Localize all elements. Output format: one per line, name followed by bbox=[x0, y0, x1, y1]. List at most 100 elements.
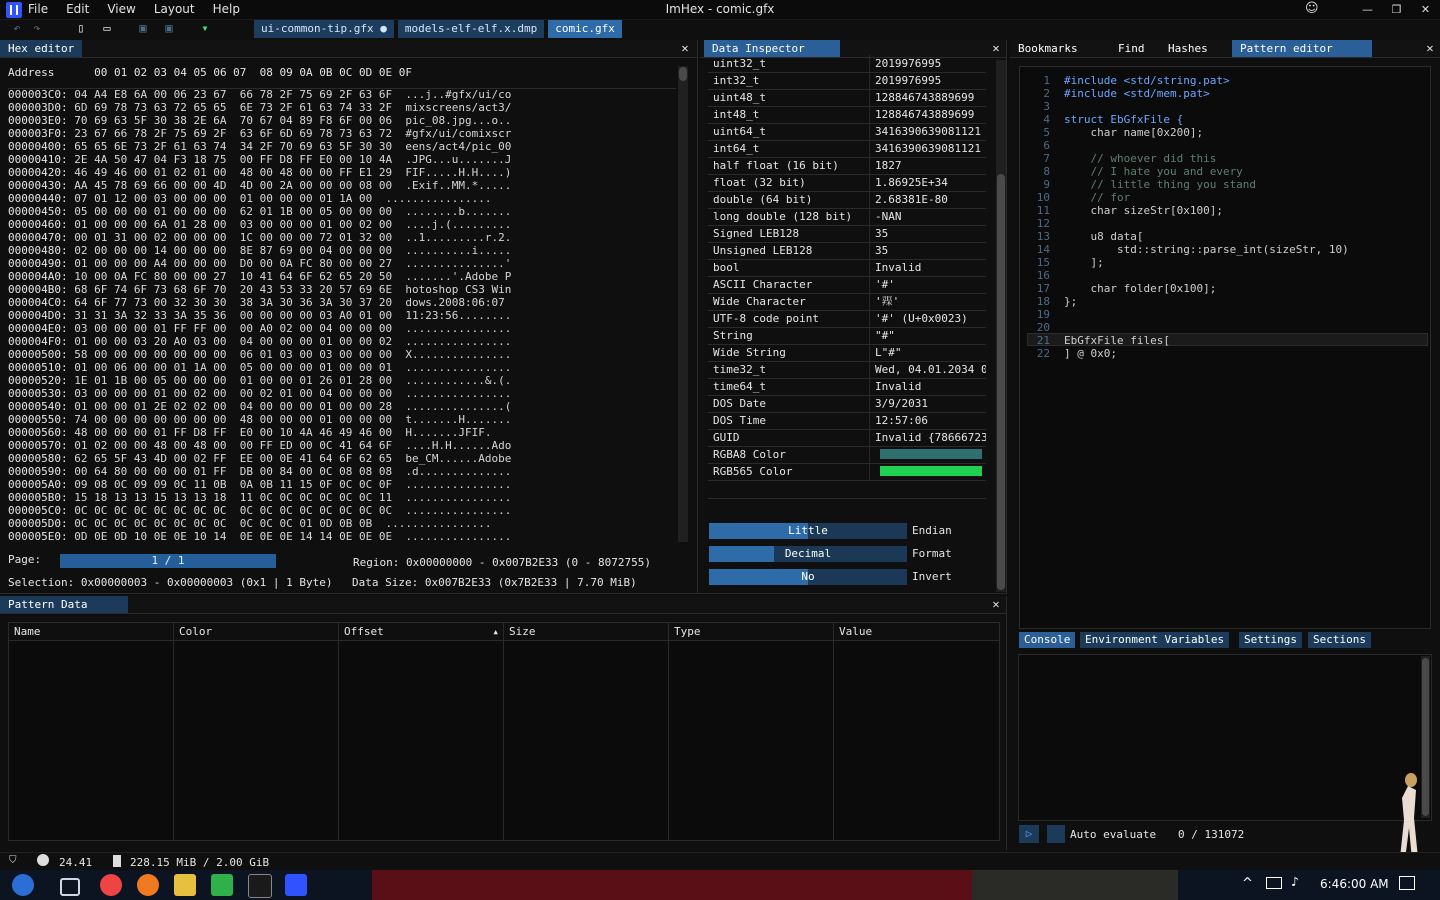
hex-row-bytes[interactable]: 01 00 06 00 00 01 1A 00 05 00 00 00 01 0… bbox=[74, 361, 392, 374]
volume-icon[interactable]: ♪ bbox=[1291, 875, 1299, 890]
hex-row-ascii[interactable]: eens/act4/pic_00 bbox=[405, 140, 511, 153]
close-right-panel-icon[interactable]: ✕ bbox=[1422, 40, 1438, 57]
col-type[interactable]: Type bbox=[669, 623, 834, 641]
hex-row-bytes[interactable]: 64 6F 77 73 00 32 30 30 38 3A 30 36 3A 3… bbox=[74, 296, 392, 309]
inspector-value[interactable]: 2019976995 bbox=[869, 55, 986, 72]
hex-row-ascii[interactable]: t.......H....... bbox=[405, 413, 511, 426]
hex-row-bytes[interactable]: 46 49 46 00 01 02 01 00 48 00 48 00 00 F… bbox=[74, 166, 392, 179]
hex-row-ascii[interactable]: ...j..#gfx/ui/co bbox=[405, 88, 511, 101]
app-green-icon[interactable] bbox=[211, 874, 233, 896]
hex-row[interactable]: 00000570: 01 02 00 00 48 00 48 00 00 FF … bbox=[8, 439, 511, 452]
hex-row-bytes[interactable]: 01 00 00 00 6A 01 28 00 03 00 00 00 01 0… bbox=[74, 218, 392, 231]
hex-row[interactable]: 000003E0: 70 69 63 5F 30 38 2E 6A 70 67 … bbox=[8, 114, 511, 127]
minimize-button[interactable]: — bbox=[1353, 0, 1382, 20]
hex-row[interactable]: 000005A0: 09 08 0C 09 09 0C 11 0B 0A 0B … bbox=[8, 478, 511, 491]
inspector-value[interactable]: Invalid bbox=[869, 259, 986, 276]
console-output[interactable] bbox=[1018, 654, 1432, 821]
inspector-value[interactable]: '#' bbox=[869, 276, 986, 293]
hex-row[interactable]: 000003C0: 04 A4 E8 6A 00 06 23 67 66 78 … bbox=[8, 88, 511, 101]
hex-row-bytes[interactable]: 0C 0C 0C 0C 0C 0C 0C 0C 0C 0C 0C 0C 0C 0… bbox=[74, 504, 392, 517]
inspector-value[interactable]: 3416390639081121 bbox=[869, 123, 986, 140]
tab-comic[interactable]: comic.gfx bbox=[548, 20, 622, 38]
hex-row-bytes[interactable]: 01 00 00 01 2E 02 02 00 04 00 00 00 01 0… bbox=[74, 400, 392, 413]
format-toggle[interactable]: Decimal bbox=[709, 546, 907, 562]
hex-row-ascii[interactable]: ................ bbox=[405, 335, 511, 348]
menu-layout[interactable]: Layout bbox=[154, 2, 195, 16]
hex-row-ascii[interactable]: ................ bbox=[405, 491, 511, 504]
data-inspector-row[interactable]: ASCII Character '#' bbox=[708, 276, 986, 294]
data-inspector-row[interactable]: half float (16 bit) 1827 bbox=[708, 157, 986, 175]
taskbar-clock[interactable]: 6:46:00 AM bbox=[1320, 877, 1389, 891]
feedback-icon[interactable]: ☺ bbox=[1305, 1, 1319, 16]
hex-row-bytes[interactable]: 48 00 00 00 01 FF D8 FF E0 00 10 4A 46 4… bbox=[74, 426, 392, 439]
hex-row-ascii[interactable]: ................ bbox=[386, 192, 492, 205]
hex-row[interactable]: 000004A0: 10 00 0A FC 80 00 00 27 10 41 … bbox=[8, 270, 511, 283]
data-inspector-row[interactable]: int48_t 128846743889699 bbox=[708, 106, 986, 124]
hex-row-ascii[interactable]: ..1.........r.2. bbox=[405, 231, 511, 244]
data-inspector-row[interactable]: RGBA8 Color bbox=[708, 446, 986, 464]
hex-row-ascii[interactable]: dows.2008:06:07 bbox=[405, 296, 511, 309]
hex-row-bytes[interactable]: 05 00 00 00 01 00 00 00 62 01 1B 00 05 0… bbox=[74, 205, 392, 218]
data-inspector-row[interactable]: time32_t Wed, 04.01.2034 0 bbox=[708, 361, 986, 379]
tab-console[interactable]: Console bbox=[1019, 632, 1076, 648]
hex-row[interactable]: 000004E0: 03 00 00 00 01 FF FF 00 00 A0 … bbox=[8, 322, 511, 335]
hex-row-ascii[interactable]: #gfx/ui/comixscr bbox=[405, 127, 511, 140]
hex-row[interactable]: 00000440: 07 01 12 00 03 00 00 00 01 00 … bbox=[8, 192, 491, 205]
data-inspector-row[interactable]: bool Invalid bbox=[708, 259, 986, 277]
hex-row[interactable]: 000005C0: 0C 0C 0C 0C 0C 0C 0C 0C 0C 0C … bbox=[8, 504, 511, 517]
hex-row-bytes[interactable]: 2E 4A 50 47 04 F3 18 75 00 FF D8 FF E0 0… bbox=[74, 153, 392, 166]
hex-row-bytes[interactable]: 01 02 00 00 48 00 48 00 00 FF ED 00 0C 4… bbox=[74, 439, 392, 452]
data-inspector-row[interactable]: long double (128 bit) -NAN bbox=[708, 208, 986, 226]
data-inspector-row[interactable]: Unsigned LEB128 35 bbox=[708, 242, 986, 260]
hex-row-bytes[interactable]: 09 08 0C 09 09 0C 11 0B 0A 0B 11 15 0F 0… bbox=[74, 478, 392, 491]
close-data-inspector-icon[interactable]: ✕ bbox=[988, 40, 1004, 57]
hex-row[interactable]: 00000460: 01 00 00 00 6A 01 28 00 03 00 … bbox=[8, 218, 511, 231]
hex-row-ascii[interactable]: ........b....... bbox=[405, 205, 511, 218]
col-offset[interactable]: Offset ▴ bbox=[339, 623, 504, 641]
tab-models-elf[interactable]: models-elf-elf.x.dmp bbox=[397, 20, 545, 38]
data-inspector-row[interactable]: String "#" bbox=[708, 327, 986, 345]
hex-row[interactable]: 00000490: 01 00 00 00 A4 00 00 00 D0 00 … bbox=[8, 257, 511, 270]
data-inspector-row[interactable]: DOS Time 12:57:06 bbox=[708, 412, 986, 430]
hex-row-bytes[interactable]: 00 01 31 00 02 00 00 00 1C 00 00 00 72 0… bbox=[74, 231, 392, 244]
auto-evaluate-checkbox[interactable] bbox=[1047, 825, 1065, 843]
hex-editor-title[interactable]: Hex editor bbox=[0, 40, 83, 57]
hex-row[interactable]: 000004B0: 68 6F 74 6F 73 68 6F 70 20 43 … bbox=[8, 283, 511, 296]
run-icon[interactable]: ▷ bbox=[1019, 825, 1039, 843]
hex-row-bytes[interactable]: 03 00 00 00 01 00 02 00 00 02 01 00 04 0… bbox=[74, 387, 392, 400]
shield-icon[interactable]: ⛉ bbox=[9, 855, 17, 866]
hex-row-ascii[interactable]: .JPG...u.......J bbox=[405, 153, 511, 166]
hex-row[interactable]: 00000520: 1E 01 1B 00 05 00 00 00 01 00 … bbox=[8, 374, 511, 387]
maximize-button[interactable]: ❐ bbox=[1382, 0, 1411, 20]
data-inspector-row[interactable]: GUID Invalid {78666723 bbox=[708, 429, 986, 447]
hex-row[interactable]: 000005E0: 0D 0E 0D 10 0E 0E 10 14 0E 0E … bbox=[8, 530, 511, 543]
hex-row[interactable]: 000003D0: 6D 69 78 73 63 72 65 65 6E 73 … bbox=[8, 101, 511, 114]
data-inspector-row[interactable]: int64_t 3416390639081121 bbox=[708, 140, 986, 158]
data-inspector-row[interactable]: uint32_t 2019976995 bbox=[708, 55, 986, 73]
inspector-value[interactable]: 2019976995 bbox=[869, 72, 986, 89]
menu-help[interactable]: Help bbox=[213, 2, 240, 16]
hex-row-ascii[interactable]: ...............( bbox=[405, 400, 511, 413]
hex-row-bytes[interactable]: 31 31 3A 32 33 3A 35 36 00 00 00 00 03 A… bbox=[74, 309, 392, 322]
data-inspector-row[interactable]: UTF-8 code point '#' (U+0x0023) bbox=[708, 310, 986, 328]
endian-toggle[interactable]: Little bbox=[709, 523, 907, 539]
imhex-taskbar-icon[interactable] bbox=[285, 874, 307, 896]
hex-row-ascii[interactable]: hotoshop CS3 Win bbox=[405, 283, 511, 296]
tray-chevron-icon[interactable]: ^ bbox=[1242, 876, 1253, 891]
tab-settings[interactable]: Settings bbox=[1239, 632, 1302, 648]
hex-row[interactable]: 00000580: 62 65 5F 43 4D 00 02 FF EE 00 … bbox=[8, 452, 511, 465]
task-view-icon[interactable] bbox=[60, 878, 80, 896]
menu-file[interactable]: File bbox=[28, 2, 48, 16]
hex-row[interactable]: 00000590: 00 64 80 00 00 00 01 FF DB 00 … bbox=[8, 465, 511, 478]
hex-row-ascii[interactable]: ...............' bbox=[405, 257, 511, 270]
data-inspector-row[interactable]: DOS Date 3/9/2031 bbox=[708, 395, 986, 413]
hex-row[interactable]: 00000540: 01 00 00 01 2E 02 02 00 04 00 … bbox=[8, 400, 511, 413]
data-inspector-row[interactable]: double (64 bit) 2.68381E-80 bbox=[708, 191, 986, 209]
page-slider[interactable]: 1 / 1 bbox=[60, 554, 276, 568]
close-pattern-data-icon[interactable]: ✕ bbox=[988, 596, 1004, 613]
open-file-icon[interactable]: ▭ bbox=[100, 21, 114, 35]
pattern-data-title[interactable]: Pattern Data bbox=[0, 596, 128, 613]
save-icon[interactable]: ▣ bbox=[136, 21, 150, 35]
hex-row-ascii[interactable]: ................ bbox=[405, 361, 511, 374]
hex-row[interactable]: 00000480: 02 00 00 00 14 00 00 00 8E 87 … bbox=[8, 244, 511, 257]
